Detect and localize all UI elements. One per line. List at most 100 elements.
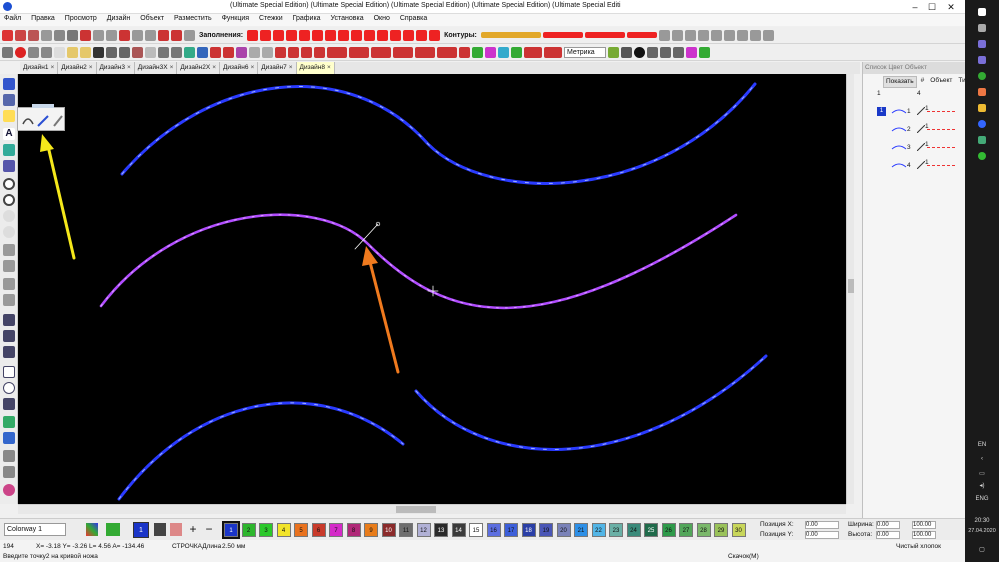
tool-icon[interactable] — [621, 46, 632, 58]
stitch-style-icon[interactable] — [349, 46, 369, 58]
menu-window[interactable]: Окно — [370, 14, 394, 23]
color-swatch[interactable]: 1 — [222, 521, 240, 539]
node-edit-icon[interactable] — [3, 94, 15, 106]
shape-tool-icon[interactable] — [119, 29, 130, 41]
fill-pattern-icon[interactable] — [364, 29, 376, 41]
wilcom-logo-icon[interactable] — [15, 46, 26, 58]
rectangle-icon[interactable] — [3, 366, 15, 378]
tab-design3x[interactable]: Дизайн3X × — [134, 62, 178, 74]
fill-pattern-icon[interactable] — [390, 29, 402, 41]
undo-icon[interactable] — [158, 46, 169, 58]
tool-icon[interactable] — [314, 46, 325, 58]
tool-icon[interactable] — [288, 46, 299, 58]
menu-object[interactable]: Объект — [136, 14, 168, 23]
eyedropper-icon[interactable] — [154, 523, 166, 536]
show-tab[interactable]: Показать — [883, 76, 917, 88]
grid-icon[interactable] — [723, 29, 735, 41]
contour-pattern-icon[interactable] — [626, 32, 657, 38]
tool-icon[interactable] — [3, 278, 15, 290]
grid-icon[interactable] — [684, 29, 696, 41]
fill-pattern-icon[interactable] — [247, 29, 259, 41]
menu-file[interactable]: Файл — [0, 14, 25, 23]
ellipse-icon[interactable] — [3, 382, 15, 394]
design-canvas[interactable] — [18, 74, 846, 504]
tool-icon[interactable] — [3, 466, 15, 478]
minimize-button[interactable]: – — [908, 1, 922, 13]
width-field[interactable]: 0.00 — [876, 521, 900, 529]
tool-icon[interactable] — [3, 484, 15, 496]
fill-icon[interactable] — [3, 144, 15, 156]
add-color-icon[interactable]: + — [186, 523, 200, 536]
color-swatch[interactable]: 5 — [294, 523, 308, 537]
fill-pattern-icon[interactable] — [286, 29, 298, 41]
tool-icon[interactable] — [3, 294, 15, 306]
scroll-thumb[interactable] — [396, 506, 436, 513]
object-row[interactable]: 3 1 — [867, 140, 965, 156]
fill-pattern-icon[interactable] — [273, 29, 285, 41]
color-swatch[interactable]: 15 — [469, 523, 483, 537]
shape-tool-icon[interactable] — [80, 29, 91, 41]
tool-icon[interactable] — [498, 46, 509, 58]
color-swatch[interactable]: 16 — [486, 523, 501, 537]
open-folder-icon[interactable] — [80, 46, 91, 58]
remove-color-icon[interactable]: − — [202, 523, 216, 536]
tool-icon[interactable] — [184, 46, 195, 58]
height-field[interactable]: 0.00 — [876, 531, 900, 539]
chevron-left-icon[interactable]: ‹ — [965, 456, 999, 462]
color-swatch[interactable]: 12 — [416, 523, 431, 537]
color-swatch[interactable]: 26 — [661, 523, 676, 537]
tool-icon[interactable] — [3, 346, 15, 358]
pos-x-field[interactable]: 0.00 — [805, 521, 839, 529]
scale-height-field[interactable]: 100.00 — [912, 531, 936, 539]
shape-tool-icon[interactable] — [106, 29, 117, 41]
tool-icon[interactable] — [3, 330, 15, 342]
stitch-tool-icon[interactable] — [28, 29, 39, 41]
taskbar-app-icon[interactable] — [978, 40, 986, 48]
color-swatch[interactable]: 9 — [364, 523, 378, 537]
fill-pattern-icon[interactable] — [429, 29, 441, 41]
contour-pattern-icon[interactable] — [542, 32, 583, 38]
tool-icon[interactable] — [660, 46, 671, 58]
shape-tool-icon[interactable] — [184, 29, 195, 41]
redo-icon[interactable] — [171, 46, 182, 58]
taskbar-app-icon[interactable] — [978, 136, 986, 144]
tool-icon[interactable] — [673, 46, 684, 58]
horizontal-scrollbar[interactable] — [18, 504, 846, 514]
print-icon[interactable] — [106, 46, 117, 58]
grid-icon[interactable] — [762, 29, 774, 41]
tool-icon[interactable] — [524, 46, 542, 58]
text-icon[interactable]: A — [3, 128, 15, 140]
new-file-icon[interactable] — [54, 46, 65, 58]
volume-icon[interactable]: ◂) — [965, 482, 999, 489]
color-swatch[interactable]: 21 — [574, 523, 588, 537]
grid-icon[interactable] — [697, 29, 709, 41]
color-swatch[interactable]: 8 — [346, 523, 361, 537]
menu-function[interactable]: Функция — [218, 14, 253, 23]
keyboard-layout[interactable]: ENG — [965, 496, 999, 502]
shape-tool-icon[interactable] — [132, 29, 143, 41]
chrome-icon[interactable] — [978, 72, 986, 80]
menu-stitches[interactable]: Стежки — [255, 14, 287, 23]
tab-design7[interactable]: Дизайн7 × — [258, 62, 297, 74]
bucket-icon[interactable] — [106, 523, 120, 536]
stitch-style-icon[interactable] — [415, 46, 435, 58]
menu-setup[interactable]: Установка — [327, 14, 368, 23]
fill-pattern-icon[interactable] — [338, 29, 350, 41]
tool-icon[interactable] — [197, 46, 208, 58]
maximize-button[interactable]: ☐ — [925, 1, 939, 13]
taskbar-app-icon[interactable] — [978, 56, 986, 64]
fill-pattern-icon[interactable] — [416, 29, 428, 41]
circle-icon[interactable] — [3, 226, 15, 238]
object-row[interactable]: 2 1 — [867, 122, 965, 138]
circle-icon[interactable] — [3, 210, 15, 222]
object-row[interactable]: 1 1 1 — [867, 104, 965, 120]
tool-icon[interactable] — [608, 46, 619, 58]
tool-icon[interactable] — [41, 46, 52, 58]
tab-design1[interactable]: Дизайн1 × — [20, 62, 59, 74]
color-swatch[interactable]: 27 — [679, 523, 693, 537]
stitch-tool-icon[interactable] — [15, 29, 26, 41]
tool-icon[interactable] — [544, 46, 562, 58]
grid-icon[interactable] — [671, 29, 683, 41]
color-swatch[interactable]: 13 — [434, 523, 448, 537]
shape-icon[interactable] — [3, 160, 15, 172]
